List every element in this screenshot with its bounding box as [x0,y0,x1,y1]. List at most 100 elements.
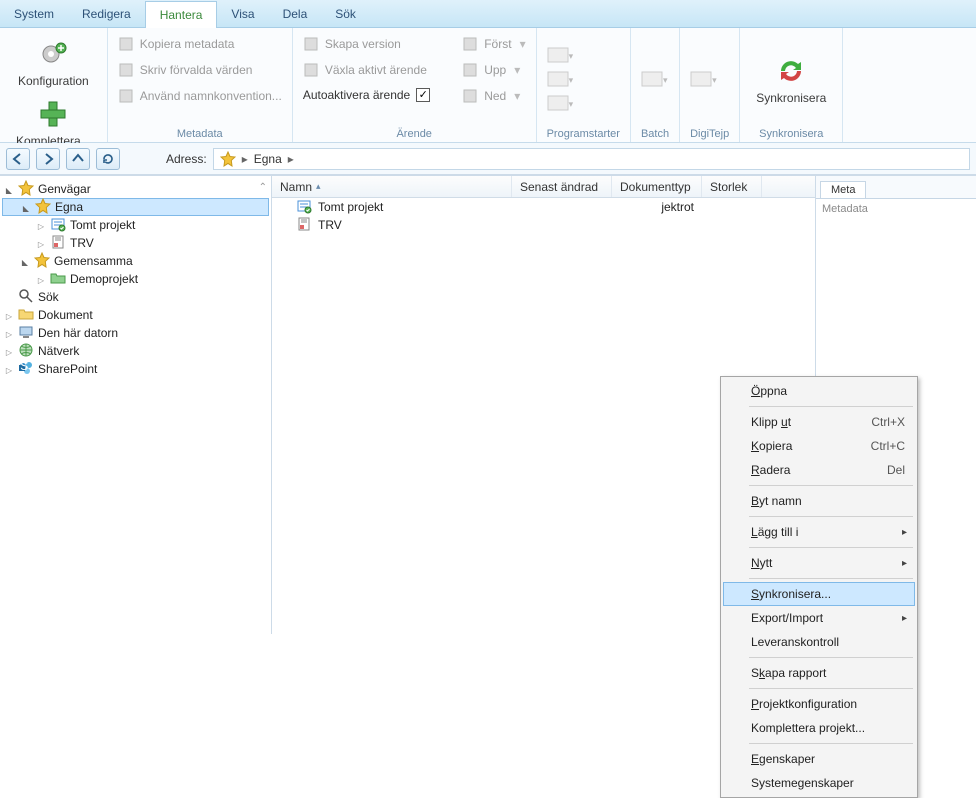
nav-refresh-button[interactable] [96,148,120,170]
ribbon-upp-button[interactable]: Upp▾ [462,60,525,80]
expand-icon[interactable] [21,200,31,214]
tree-item-gemensamma[interactable]: Gemensamma [2,252,269,270]
ctx-export-import[interactable]: Export/Import [723,606,915,630]
tree-item-dokument[interactable]: Dokument [2,306,269,324]
ctx-nytt[interactable]: Nytt [723,551,915,575]
ribbon-placeholder-icon[interactable]: ▾ [547,95,574,113]
ctx-byt-namn[interactable]: Byt namn [723,489,915,513]
list-row[interactable]: TRV [272,216,815,234]
tree-item-label: Gemensamma [54,254,133,268]
context-menu: Öppna Klipp utCtrl+XKopieraCtrl+CRaderaDe… [720,376,918,798]
menu-separator [749,547,913,548]
ribbon: KonfigurationKomplettera...Projekt Kopier… [0,28,976,143]
nav-up-button[interactable] [66,148,90,170]
ctx-komplettera-projekt-[interactable]: Komplettera projekt... [723,716,915,740]
menu-sök[interactable]: Sök [321,0,370,27]
ctx-shortcut: Ctrl+C [871,439,905,453]
tree-item-egna[interactable]: Egna [2,198,269,216]
ribbon-skapa-version-button[interactable]: Skapa version [303,34,430,54]
expand-icon[interactable] [20,254,30,268]
ctx-systemegenskaper[interactable]: Systemegenskaper [723,771,915,795]
tree-item-s-k[interactable]: Sök [2,288,269,306]
expand-icon[interactable] [36,236,46,250]
tree-item-genv-gar[interactable]: Genvägar [2,180,269,198]
expand-icon[interactable] [36,218,46,232]
ctx-klipp-ut[interactable]: Klipp utCtrl+X [723,410,915,434]
ribbon-placeholder-icon[interactable]: ▾ [641,71,668,89]
tree-item-den-h-r-datorn[interactable]: Den här datorn [2,324,269,342]
tree-item-demoprojekt[interactable]: Demoprojekt [2,270,269,288]
ribbon-placeholder-icon[interactable]: ▾ [547,47,574,65]
expand-icon[interactable] [4,362,14,376]
ribbon-v-xla-aktivt-rende-button[interactable]: Växla aktivt ärende [303,60,430,80]
menu-separator [749,578,913,579]
ctx-egenskaper[interactable]: Egenskaper [723,747,915,771]
nav-back-button[interactable] [6,148,30,170]
breadcrumb-item[interactable]: Egna [254,152,282,166]
ribbon-ned-button[interactable]: Ned▾ [462,86,525,106]
expand-icon[interactable] [4,344,14,358]
ctx-skapa-rapport[interactable]: Skapa rapport [723,661,915,685]
ribbon-group-title: Metadata [118,126,282,140]
expand-icon[interactable] [4,308,14,322]
network-icon [18,342,34,361]
column-senast-ndrad[interactable]: Senast ändrad [512,176,612,197]
ctx-label: Öppna [751,384,787,398]
ribbon-kopiera-metadata-button[interactable]: Kopiera metadata [118,34,282,54]
menu-visa[interactable]: Visa [217,0,268,27]
ctx-projektkonfiguration[interactable]: Projektkonfiguration [723,692,915,716]
column-dokumenttyp[interactable]: Dokumenttyp [612,176,702,197]
address-box[interactable]: ▸ Egna ▸ [213,148,970,170]
tree-item-label: Genvägar [38,182,91,196]
menu-redigera[interactable]: Redigera [68,0,145,27]
list-pane: NamnSenast ändradDokumenttypStorlek Tomt… [272,176,816,634]
expand-icon[interactable] [36,272,46,286]
expand-icon[interactable] [4,326,14,340]
expand-icon[interactable] [4,182,14,196]
menu-system[interactable]: System [0,0,68,27]
ribbon-konfiguration-button[interactable]: Konfiguration [10,34,97,92]
ctx--ppna[interactable]: Öppna [723,379,915,403]
ribbon-placeholder-icon[interactable]: ▾ [690,71,717,89]
checkbox-icon[interactable] [416,88,430,102]
ribbon-synkronisera-button[interactable]: Synkronisera [750,34,832,126]
tree-item-sharepoint[interactable]: SSharePoint [2,360,269,378]
ribbon-placeholder-icon[interactable]: ▾ [547,71,574,89]
star-icon [18,180,34,199]
tree-pane: ⌃ Genvägar Egna Tomt projektTRV Gemensamma D… [0,176,272,634]
list-row[interactable]: Tomt projekt jektrot [272,198,815,216]
tree-item-label: Dokument [38,308,93,322]
menu-separator [749,485,913,486]
ribbon-group-projekt: KonfigurationKomplettera...Projekt [0,28,108,142]
column-storlek[interactable]: Storlek [702,176,762,197]
column-namn[interactable]: Namn [272,176,512,197]
scroll-indicator-icon: ⌃ [259,182,267,193]
ribbon-anv-nd-namnkonvention--button[interactable]: Använd namnkonvention... [118,86,282,106]
nav-forward-button[interactable] [36,148,60,170]
cell-type-tail: jektrot [661,200,694,214]
tree-item-n-tverk[interactable]: Nätverk [2,342,269,360]
menu-separator [749,657,913,658]
ctx-kopiera[interactable]: KopieraCtrl+C [723,434,915,458]
ribbon-autoaktivera-rende-toggle[interactable]: Autoaktivera ärende [303,86,430,104]
ribbon-group-synkronisera: SynkroniseraSynkronisera [740,28,843,142]
ctx-radera[interactable]: RaderaDel [723,458,915,482]
content-area: NamnSenast ändradDokumenttypStorlek Tomt… [272,176,976,634]
address-label: Adress: [166,152,207,166]
menu-hantera[interactable]: Hantera [145,1,218,28]
tree-item-tomt-projekt[interactable]: Tomt projekt [2,216,269,234]
breadcrumb-sep-icon: ▸ [242,152,248,166]
ctx-synkronisera-[interactable]: Synkronisera... [723,582,915,606]
ctx-label: Klipp ut [751,415,791,429]
menu-dela[interactable]: Dela [269,0,322,27]
tree-item-trv[interactable]: TRV [2,234,269,252]
ribbon-f-rst-button[interactable]: Först▾ [462,34,525,54]
menu-separator [749,688,913,689]
ribbon-skriv-f-rvalda-v-rden-button[interactable]: Skriv förvalda värden [118,60,282,80]
cell-name: TRV [318,218,342,232]
tab-meta[interactable]: Meta [820,181,866,198]
ctx-label: Komplettera projekt... [751,721,865,735]
cell-name: Tomt projekt [318,200,383,214]
tree-item-label: Egna [55,200,83,214]
ctx-l-gg-till-i[interactable]: Lägg till i [723,520,915,544]
